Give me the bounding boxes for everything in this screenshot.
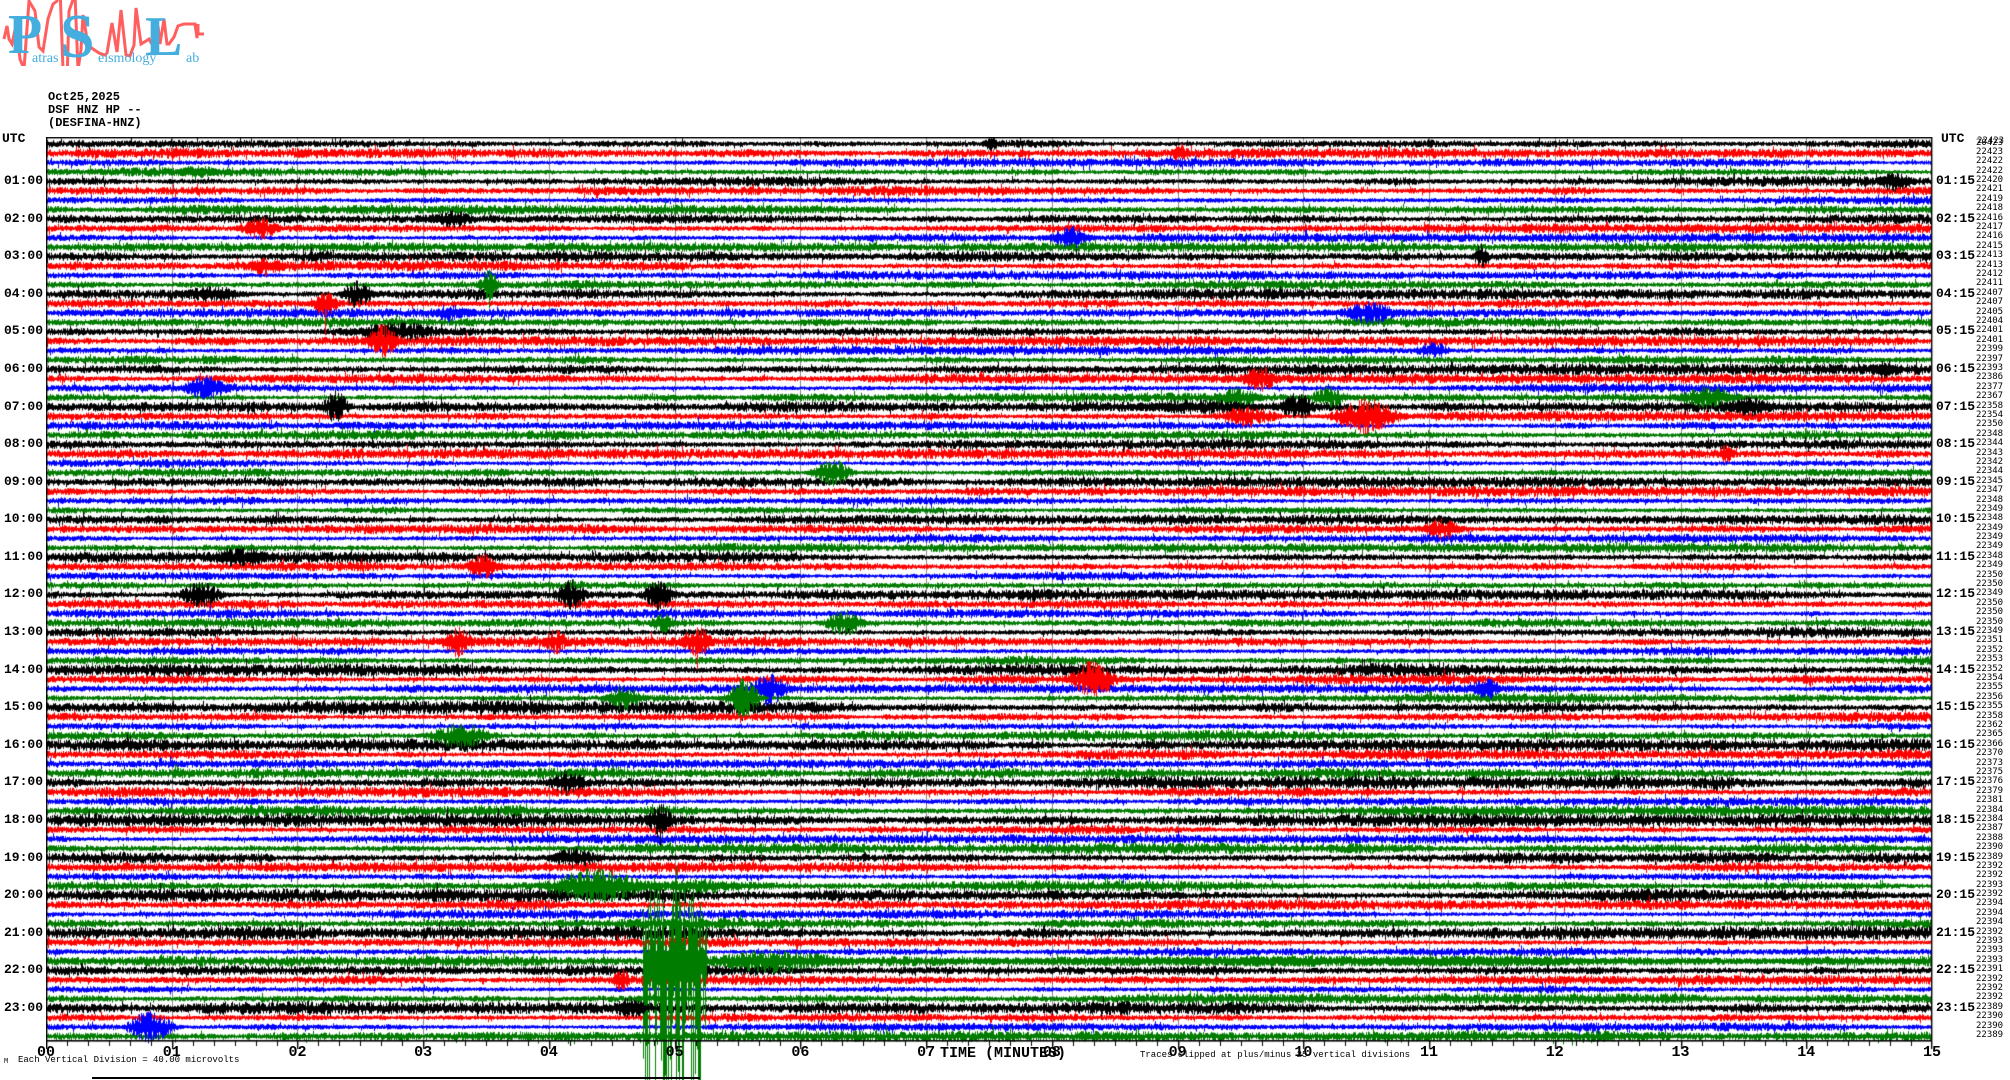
minute-label: 12 bbox=[1535, 1044, 1575, 1061]
trace-offset-number: 22367 bbox=[1976, 392, 2003, 401]
station-name-label: (DESFINA-HNZ) bbox=[48, 117, 142, 130]
trace-offset-number: 22394 bbox=[1976, 918, 2003, 927]
hour-label-right: 20:15 bbox=[1936, 887, 1975, 902]
minute-label: 11 bbox=[1409, 1044, 1449, 1061]
trace-offset-number: 22376 bbox=[1976, 777, 2003, 786]
minute-label: 06 bbox=[780, 1044, 820, 1061]
hour-label-right: 06:15 bbox=[1936, 361, 1975, 376]
logo-word-eismology: eismology bbox=[98, 51, 156, 66]
minute-label: 02 bbox=[277, 1044, 317, 1061]
hour-label-left: 04:00 bbox=[0, 286, 43, 301]
hour-label-right: 02:15 bbox=[1936, 211, 1975, 226]
footer-mark-icon: M bbox=[4, 1057, 8, 1065]
hour-label-left: 18:00 bbox=[0, 812, 43, 827]
hour-label-left: 16:00 bbox=[0, 737, 43, 752]
hour-label-right: 16:15 bbox=[1936, 737, 1975, 752]
trace-offset-number: 22349 bbox=[1976, 561, 2003, 570]
trace-offset-number: 22389 bbox=[1976, 1031, 2003, 1040]
hour-label-left: 11:00 bbox=[0, 549, 43, 564]
hour-label-left: 17:00 bbox=[0, 774, 43, 789]
hour-label-left: 07:00 bbox=[0, 399, 43, 414]
hour-label-right: 01:15 bbox=[1936, 173, 1975, 188]
trace-offset-number: 22381 bbox=[1976, 796, 2003, 805]
hour-label-right: 04:15 bbox=[1936, 286, 1975, 301]
hour-label-left: 21:00 bbox=[0, 925, 43, 940]
logo-word-atras: atras bbox=[32, 51, 58, 66]
hour-label-left: 19:00 bbox=[0, 850, 43, 865]
logo-letter-s: S bbox=[60, 3, 94, 66]
hour-label-left: 23:00 bbox=[0, 1000, 43, 1015]
utc-label-left: UTC bbox=[2, 131, 25, 146]
hour-label-left: 10:00 bbox=[0, 511, 43, 526]
trace-offset-number: 22347 bbox=[1976, 486, 2003, 495]
hour-label-left: 15:00 bbox=[0, 699, 43, 714]
trace-offset-number: 22399 bbox=[1976, 345, 2003, 354]
hour-label-left: 06:00 bbox=[0, 361, 43, 376]
trace-offset-number: 22418 bbox=[1976, 204, 2003, 213]
hour-label-left: 09:00 bbox=[0, 474, 43, 489]
psl-logo: P S L atras eismology ab bbox=[2, 0, 208, 66]
minute-label: 04 bbox=[529, 1044, 569, 1061]
hour-label-right: 10:15 bbox=[1936, 511, 1975, 526]
trace-offset-number: 22344 bbox=[1976, 439, 2003, 448]
bottom-edge-streak bbox=[92, 1077, 700, 1079]
trace-offset-number: 22350 bbox=[1976, 608, 2003, 617]
scale-note: Each Vertical Division = 40.00 microvolt… bbox=[18, 1055, 239, 1065]
hour-label-right: 14:15 bbox=[1936, 662, 1975, 677]
hour-label-left: 08:00 bbox=[0, 436, 43, 451]
hour-label-right: 15:15 bbox=[1936, 699, 1975, 714]
hour-label-left: 22:00 bbox=[0, 962, 43, 977]
hour-label-left: 20:00 bbox=[0, 887, 43, 902]
hour-label-left: 14:00 bbox=[0, 662, 43, 677]
hour-label-right: 23:15 bbox=[1936, 1000, 1975, 1015]
hour-label-right: 05:15 bbox=[1936, 323, 1975, 338]
trace-offset-number-overlap: 22423 bbox=[1977, 137, 2004, 146]
trace-offset-number: 22390 bbox=[1976, 1012, 2003, 1021]
hour-label-right: 17:15 bbox=[1936, 774, 1975, 789]
trace-offset-number: 22413 bbox=[1976, 251, 2003, 260]
hour-label-right: 19:15 bbox=[1936, 850, 1975, 865]
hour-label-right: 07:15 bbox=[1936, 399, 1975, 414]
hour-label-left: 13:00 bbox=[0, 624, 43, 639]
hour-label-left: 02:00 bbox=[0, 211, 43, 226]
minute-label: 05 bbox=[655, 1044, 695, 1061]
trace-offset-number: 22350 bbox=[1976, 420, 2003, 429]
trace-offset-number: 22355 bbox=[1976, 702, 2003, 711]
x-axis-title: TIME (MINUTES) bbox=[878, 1045, 1128, 1062]
hour-label-left: 05:00 bbox=[0, 323, 43, 338]
helicorder-page: P S L atras eismology ab Oct25,2025 DSF … bbox=[0, 0, 2010, 1080]
trace-offset-number: 22390 bbox=[1976, 843, 2003, 852]
trace-offset-number: 22353 bbox=[1976, 655, 2003, 664]
minute-label: 15 bbox=[1912, 1044, 1952, 1061]
trace-offset-number: 22407 bbox=[1976, 298, 2003, 307]
trace-offset-number: 22392 bbox=[1976, 871, 2003, 880]
logo-word-ab: ab bbox=[186, 51, 199, 66]
trace-offset-number: 22422 bbox=[1976, 157, 2003, 166]
hour-label-right: 11:15 bbox=[1936, 549, 1975, 564]
trace-offset-number: 22391 bbox=[1976, 965, 2003, 974]
hour-label-left: 03:00 bbox=[0, 248, 43, 263]
trace-offset-number: 22387 bbox=[1976, 824, 2003, 833]
helicorder-traces bbox=[46, 137, 1934, 1080]
utc-label-right: UTC bbox=[1941, 131, 1964, 146]
hour-label-right: 08:15 bbox=[1936, 436, 1975, 451]
minute-label: 14 bbox=[1786, 1044, 1826, 1061]
hour-label-right: 09:15 bbox=[1936, 474, 1975, 489]
hour-label-right: 21:15 bbox=[1936, 925, 1975, 940]
trace-offset-number: 22344 bbox=[1976, 467, 2003, 476]
hour-label-right: 13:15 bbox=[1936, 624, 1975, 639]
minute-label: 13 bbox=[1661, 1044, 1701, 1061]
hour-label-right: 12:15 bbox=[1936, 586, 1975, 601]
hour-label-right: 18:15 bbox=[1936, 812, 1975, 827]
hour-label-right: 22:15 bbox=[1936, 962, 1975, 977]
clip-note: Traces clipped at plus/minus 25 vertical… bbox=[1140, 1050, 1410, 1060]
hour-label-left: 12:00 bbox=[0, 586, 43, 601]
trace-offset-number: 22348 bbox=[1976, 514, 2003, 523]
hour-label-left: 01:00 bbox=[0, 173, 43, 188]
trace-offset-number: 22370 bbox=[1976, 749, 2003, 758]
minute-label: 03 bbox=[403, 1044, 443, 1061]
hour-label-right: 03:15 bbox=[1936, 248, 1975, 263]
